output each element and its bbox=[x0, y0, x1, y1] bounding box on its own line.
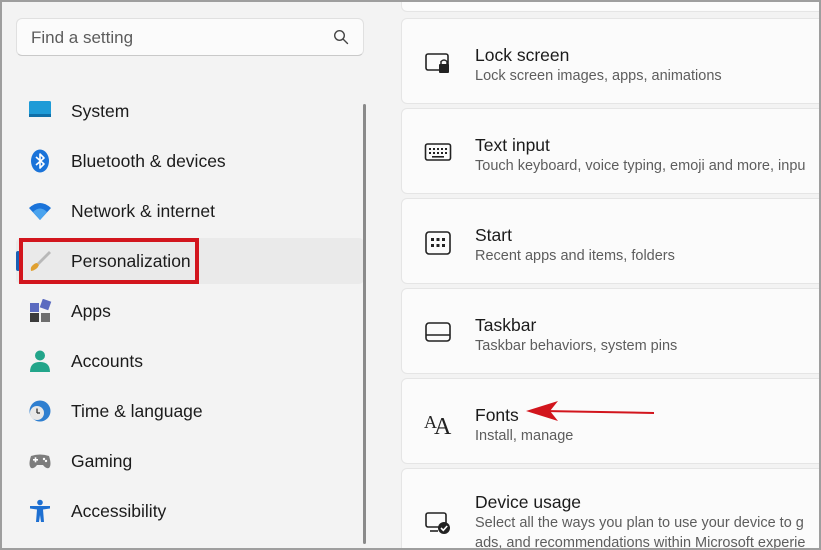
card-title: Lock screen bbox=[475, 45, 570, 65]
card-subtitle: Install, manage bbox=[475, 428, 574, 444]
gamepad-icon bbox=[29, 454, 51, 469]
settings-window: System Bluetooth & devices Network & int… bbox=[0, 0, 821, 550]
fonts-icon: A A bbox=[424, 412, 452, 436]
sidebar-item-system[interactable]: System bbox=[16, 88, 364, 134]
settings-card-text-input[interactable]: Text input Touch keyboard, voice typing,… bbox=[401, 108, 819, 194]
accessibility-icon bbox=[30, 499, 50, 522]
sidebar-item-label: Apps bbox=[71, 300, 111, 321]
annotation-arrow bbox=[526, 401, 655, 421]
card-subtitle: Touch keyboard, voice typing, emoji and … bbox=[475, 158, 806, 174]
search-icon[interactable] bbox=[333, 29, 349, 45]
globe-clock-icon bbox=[29, 400, 51, 422]
sidebar-item-label: Accessibility bbox=[71, 500, 167, 521]
svg-text:A: A bbox=[434, 414, 452, 436]
sidebar-item-label: System bbox=[71, 100, 130, 121]
sidebar-item-label: Gaming bbox=[71, 450, 133, 471]
settings-card-partial bbox=[401, 2, 819, 12]
apps-icon bbox=[30, 299, 52, 322]
taskbar-icon bbox=[425, 322, 451, 342]
settings-card-taskbar[interactable]: Taskbar Taskbar behaviors, system pins bbox=[401, 288, 819, 374]
keyboard-icon bbox=[424, 143, 452, 161]
card-subtitle: Taskbar behaviors, system pins bbox=[475, 338, 678, 354]
sidebar-item-accessibility[interactable]: Accessibility bbox=[16, 488, 364, 534]
card-title: Device usage bbox=[475, 492, 582, 512]
sidebar-item-bluetooth[interactable]: Bluetooth & devices bbox=[16, 138, 364, 184]
settings-card-lock-screen[interactable]: Lock screen Lock screen images, apps, an… bbox=[401, 18, 819, 104]
sidebar-item-label: Accounts bbox=[71, 350, 143, 371]
sidebar-item-accounts[interactable]: Accounts bbox=[16, 338, 364, 384]
card-title: Fonts bbox=[475, 405, 519, 425]
monitor-icon bbox=[29, 101, 51, 117]
account-icon bbox=[30, 350, 50, 372]
sidebar-item-gaming[interactable]: Gaming bbox=[16, 438, 364, 484]
annotation-highlight-box bbox=[19, 238, 199, 284]
card-subtitle: Lock screen images, apps, animations bbox=[475, 68, 722, 84]
card-title: Taskbar bbox=[475, 315, 537, 335]
sidebar-scrollbar[interactable] bbox=[363, 104, 366, 544]
sidebar-item-apps[interactable]: Apps bbox=[16, 288, 364, 334]
card-title: Text input bbox=[475, 135, 550, 155]
card-subtitle-line-2: ads, and recommendations within Microsof… bbox=[475, 535, 806, 550]
search-box[interactable] bbox=[16, 18, 364, 56]
settings-card-device-usage[interactable]: Device usage Select all the ways you pla… bbox=[401, 468, 819, 550]
search-input[interactable] bbox=[29, 26, 333, 50]
card-subtitle: Select all the ways you plan to use your… bbox=[475, 515, 804, 531]
start-menu-icon bbox=[425, 231, 451, 255]
sidebar-item-network[interactable]: Network & internet bbox=[16, 188, 364, 234]
sidebar-item-label: Time & language bbox=[71, 400, 203, 421]
sidebar-item-time-language[interactable]: Time & language bbox=[16, 388, 364, 434]
bluetooth-icon bbox=[31, 149, 49, 173]
card-subtitle: Recent apps and items, folders bbox=[475, 248, 675, 264]
wifi-icon bbox=[29, 203, 51, 220]
sidebar-item-label: Bluetooth & devices bbox=[71, 150, 226, 171]
sidebar-item-label: Network & internet bbox=[71, 200, 215, 221]
lock-screen-icon bbox=[425, 53, 449, 73]
settings-card-start[interactable]: Start Recent apps and items, folders bbox=[401, 198, 819, 284]
device-usage-icon bbox=[425, 512, 450, 534]
card-title: Start bbox=[475, 225, 512, 245]
